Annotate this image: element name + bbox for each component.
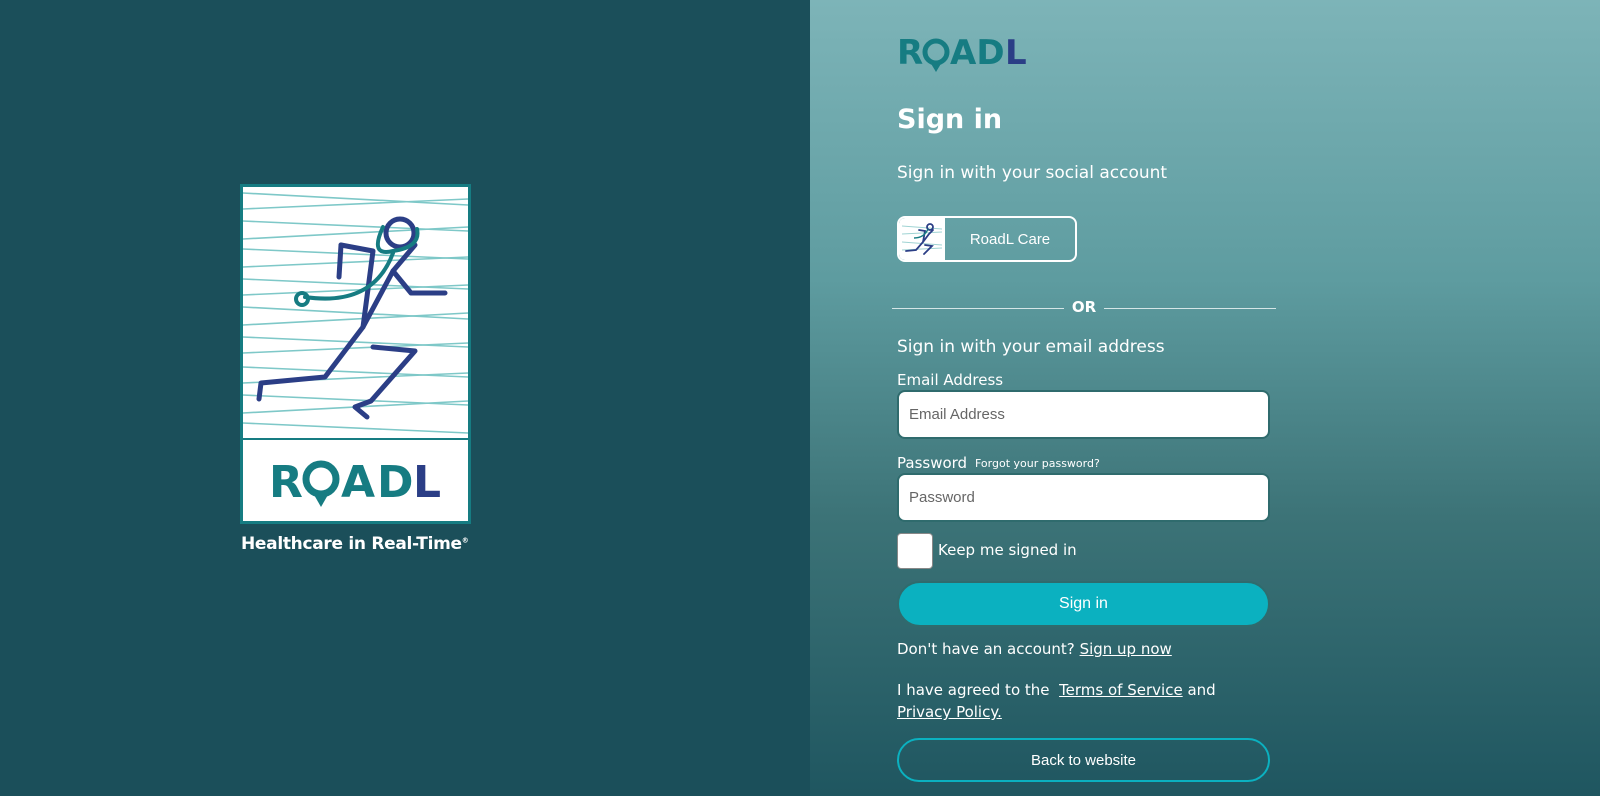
terms-notice: I have agreed to the Terms of Service an… <box>897 679 1277 723</box>
email-label: Email Address <box>897 371 1004 389</box>
forgot-password-link[interactable]: Forgot your password? <box>975 457 1100 470</box>
sign-up-link[interactable]: Sign up now <box>1080 640 1172 658</box>
roadl-care-label: RoadL Care <box>969 230 1051 248</box>
svg-text:L: L <box>1005 33 1027 73</box>
back-to-website-button[interactable]: Back to website <box>897 738 1270 782</box>
roadl-care-button[interactable]: RoadL Care <box>897 216 1077 262</box>
or-text: OR <box>1071 298 1097 316</box>
running-doctor-logo: R AD L <box>243 192 468 508</box>
terms-of-service-link[interactable]: Terms of Service <box>1059 681 1183 699</box>
svg-text:R: R <box>897 33 923 73</box>
sign-in-button[interactable]: Sign in <box>897 581 1270 627</box>
no-account-line: Don't have an account? Sign up now <box>897 640 1172 658</box>
or-divider: OR <box>892 298 1276 318</box>
roadl-care-icon <box>899 218 945 260</box>
terms-prefix: I have agreed to the <box>897 681 1050 699</box>
page-title: Sign in <box>897 104 1003 135</box>
runner-figure <box>256 216 448 420</box>
brand-tagline: Healthcare in Real-Time® <box>241 534 469 554</box>
divider-line-right <box>1104 308 1276 309</box>
svg-text:AD: AD <box>950 33 1005 73</box>
keep-signed-in-checkbox[interactable] <box>897 533 933 569</box>
email-heading: Sign in with your email address <box>897 337 1165 357</box>
email-field[interactable] <box>897 390 1270 439</box>
brand-panel: R AD L Healthcare in Real-Time® <box>0 0 810 796</box>
roadl-logo: R AD L <box>897 33 1027 73</box>
svg-text:AD: AD <box>341 457 416 508</box>
password-field[interactable] <box>897 473 1270 522</box>
social-heading: Sign in with your social account <box>897 163 1168 183</box>
brand-logo-card: R AD L <box>240 184 471 524</box>
roadl-wordmark: R AD L <box>269 457 441 508</box>
svg-text:L: L <box>413 457 441 508</box>
svg-text:R: R <box>269 457 305 508</box>
password-label: Password <box>897 454 968 472</box>
terms-and: and <box>1187 681 1216 699</box>
privacy-policy-link[interactable]: Privacy Policy. <box>897 703 1002 721</box>
keep-signed-in-label: Keep me signed in <box>938 541 1077 559</box>
no-account-text: Don't have an account? <box>897 640 1075 658</box>
background-stripes <box>243 192 468 434</box>
